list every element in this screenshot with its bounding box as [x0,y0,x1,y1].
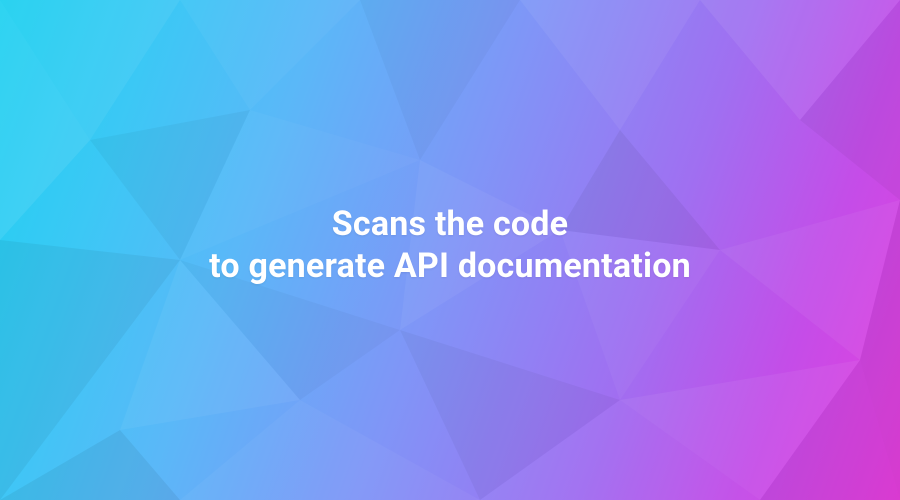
hero-banner: Scans the code to generate API documenta… [0,0,900,500]
headline-line-1: Scans the code [209,203,691,246]
headline: Scans the code to generate API documenta… [209,203,691,288]
headline-line-2: to generate API documentation [209,245,691,288]
